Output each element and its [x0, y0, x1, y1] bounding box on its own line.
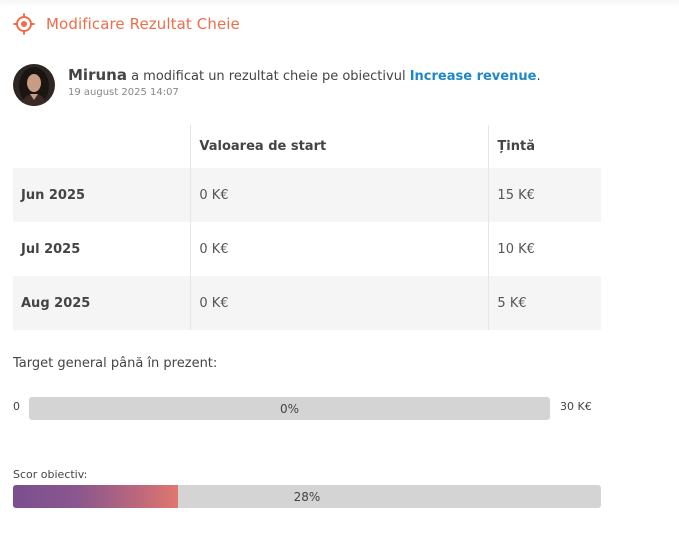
timestamp: 19 august 2025 14:07: [68, 87, 179, 98]
action-text: a modificat un rezultat cheie pe obiecti…: [126, 69, 410, 84]
target-cell: 5 K€: [488, 276, 601, 330]
column-header-month: [13, 125, 191, 168]
activity-entry: Miruna a modificat un rezultat cheie pe …: [13, 64, 541, 106]
score-percent: 28%: [293, 489, 321, 504]
start-value-cell: 0 K€: [190, 276, 489, 330]
key-result-table: Valoarea de start Țintă Jun 2025 0 K€ 15…: [13, 125, 601, 330]
card-title: Modificare Rezultat Cheie: [46, 15, 240, 33]
target-icon: [13, 13, 35, 35]
target-cell: 10 K€: [488, 222, 601, 276]
user-name[interactable]: Miruna: [68, 66, 127, 84]
key-result-change-card: Modificare Rezultat Cheie Miruna a modif…: [0, 0, 679, 549]
score-label: Scor obiectiv:: [13, 468, 88, 481]
activity-line: Miruna a modificat un rezultat cheie pe …: [68, 66, 541, 84]
table-row: Jul 2025 0 K€ 10 K€: [13, 222, 601, 276]
target-progress-bar: 0%: [29, 397, 550, 420]
start-value-cell: 0 K€: [190, 222, 489, 276]
card-header: Modificare Rezultat Cheie: [13, 13, 240, 35]
objective-link[interactable]: Increase revenue: [410, 69, 537, 84]
table-row: Aug 2025 0 K€ 5 K€: [13, 276, 601, 330]
start-value-cell: 0 K€: [190, 168, 489, 222]
month-cell: Jun 2025: [13, 168, 191, 222]
column-header-target: Țintă: [488, 125, 601, 168]
target-range-min: 0: [13, 400, 20, 413]
target-range-max: 30 K€: [560, 400, 592, 413]
trailing-period: .: [536, 69, 541, 84]
month-cell: Jul 2025: [13, 222, 191, 276]
table-row: Jun 2025 0 K€ 15 K€: [13, 168, 601, 222]
avatar[interactable]: [13, 64, 55, 106]
activity-text: Miruna a modificat un rezultat cheie pe …: [68, 66, 541, 98]
month-cell: Aug 2025: [13, 276, 191, 330]
target-progress-percent: 0%: [279, 401, 300, 416]
column-header-start-value: Valoarea de start: [190, 125, 489, 168]
table-header-row: Valoarea de start Țintă: [13, 125, 601, 168]
target-cell: 15 K€: [488, 168, 601, 222]
score-progress-bar: 28%: [13, 485, 601, 508]
target-progress-label: Target general până în prezent:: [13, 356, 218, 371]
